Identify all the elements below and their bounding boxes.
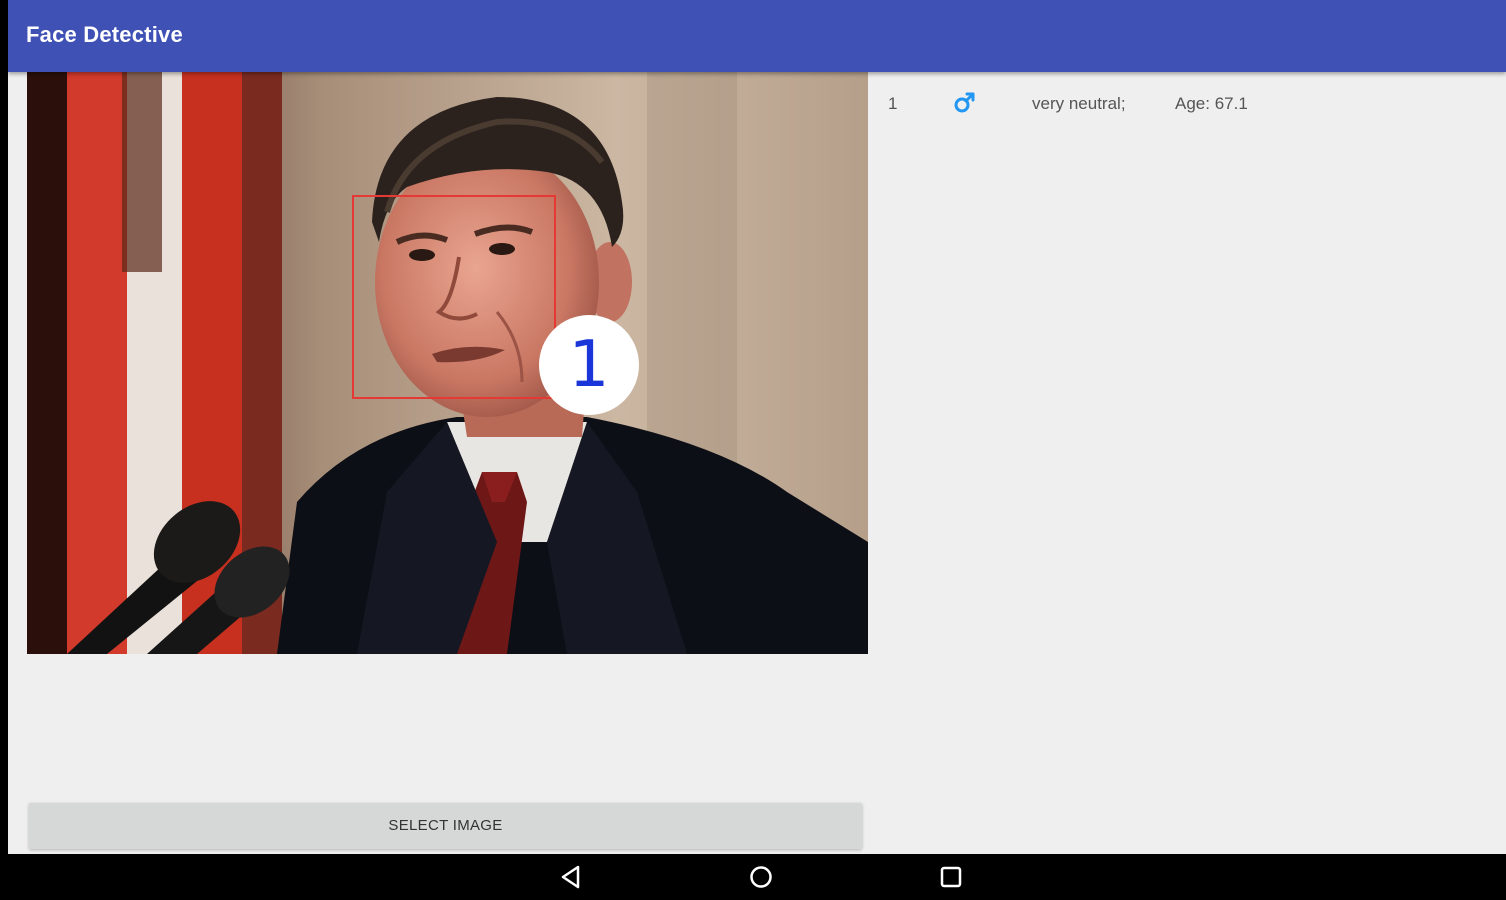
back-icon[interactable] bbox=[556, 862, 586, 892]
face-results-list: 1 very neutral; Age: 67.1 bbox=[868, 72, 1506, 854]
app-title: Face Detective bbox=[26, 22, 183, 47]
face-detection-box bbox=[352, 195, 556, 399]
analyzed-photo: 1 bbox=[27, 72, 868, 654]
male-symbol-icon bbox=[952, 90, 978, 121]
face-emotion: very neutral; bbox=[1032, 94, 1126, 113]
recent-apps-icon[interactable] bbox=[936, 862, 966, 892]
select-image-button[interactable]: SELECT IMAGE bbox=[29, 803, 862, 849]
app-window: Face Detective 1 1 very neutral; Age: 67… bbox=[8, 0, 1506, 854]
face-number-badge: 1 bbox=[539, 315, 639, 415]
home-icon[interactable] bbox=[746, 862, 776, 892]
face-age: Age: 67.1 bbox=[1175, 94, 1248, 113]
system-navigation-bar bbox=[0, 854, 1506, 900]
face-result-row[interactable]: 1 very neutral; Age: 67.1 bbox=[868, 90, 1506, 122]
device-screen: Face Detective 1 1 very neutral; Age: 67… bbox=[0, 0, 1506, 900]
face-index: 1 bbox=[888, 94, 898, 113]
app-bar: Face Detective bbox=[8, 0, 1506, 72]
